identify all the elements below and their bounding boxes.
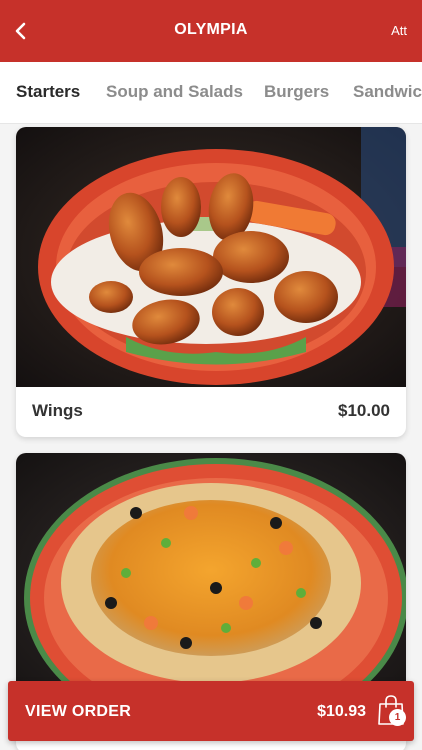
menu-item-footer: Wings $10.00: [16, 387, 406, 437]
page-title: OLYMPIA: [174, 21, 248, 38]
header-right-action[interactable]: Att: [391, 23, 407, 38]
wings-photo: [16, 127, 406, 387]
order-count-badge: 1: [389, 709, 406, 726]
tab-sandwich[interactable]: Sandwich: [353, 82, 422, 102]
tab-soup-and-salads[interactable]: Soup and Salads: [106, 82, 243, 102]
category-tabs: Starters Soup and Salads Burgers Sandwic…: [0, 62, 422, 124]
order-total: $10.93: [317, 703, 366, 720]
menu-item-name: Wings: [32, 401, 83, 420]
menu-item-card[interactable]: Wings $10.00: [16, 127, 406, 437]
app-header: OLYMPIA Att: [0, 0, 422, 62]
nachos-photo: [16, 453, 406, 713]
view-order-label: VIEW ORDER: [25, 703, 132, 720]
tab-starters[interactable]: Starters: [16, 82, 80, 102]
menu-item-price: $10.00: [338, 401, 390, 420]
tab-burgers[interactable]: Burgers: [264, 82, 329, 102]
view-order-bar[interactable]: VIEW ORDER $10.93 1: [8, 681, 414, 741]
